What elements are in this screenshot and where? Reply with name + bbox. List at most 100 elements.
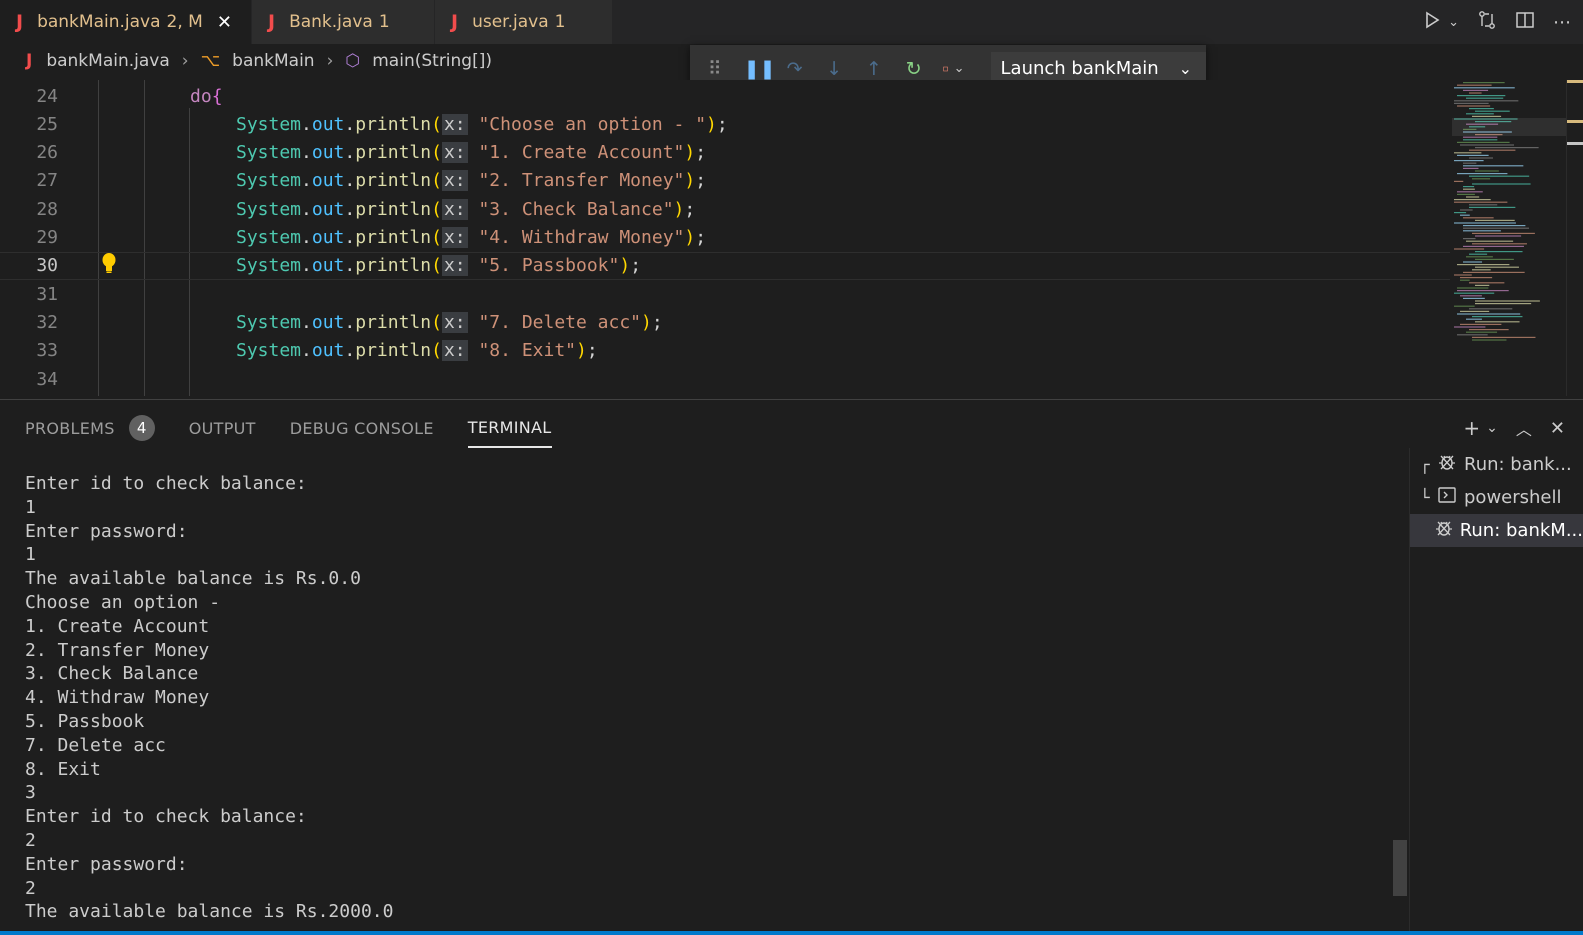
- code-text: System.out.println(x: "7. Delete acc");: [236, 311, 663, 333]
- minimap-line: [1475, 251, 1523, 253]
- tab-output[interactable]: OUTPUT: [189, 408, 256, 448]
- maximize-panel-icon[interactable]: ︿: [1516, 416, 1532, 440]
- minimap-line: [1475, 219, 1515, 221]
- minimap-line: [1463, 188, 1475, 190]
- tab-bank-java[interactable]: J Bank.java 1: [252, 0, 435, 44]
- terminal-line: 1: [25, 496, 36, 518]
- minimap-viewport[interactable]: [1452, 118, 1568, 136]
- class-token: System: [236, 255, 302, 277]
- code-line[interactable]: 24 do{: [0, 82, 1450, 110]
- minimap-line: [1457, 264, 1510, 266]
- lightbulb-icon[interactable]: [101, 252, 117, 279]
- tab-bankmain-java[interactable]: J bankMain.java 2, M ✕: [0, 0, 252, 44]
- stop-icon[interactable]: ⌄: [942, 60, 965, 78]
- code-editor[interactable]: 24 do{25 System.out.println(x: "Choose an …: [0, 80, 1583, 396]
- compare-changes-icon[interactable]: [1477, 10, 1497, 35]
- code-line[interactable]: 25 System.out.println(x: "Choose an optio…: [0, 110, 1450, 138]
- terminal-scrollbar-thumb[interactable]: [1393, 840, 1407, 896]
- minimap-line: [1463, 297, 1485, 299]
- drag-handle-icon[interactable]: ⠿: [704, 58, 726, 80]
- step-into-icon[interactable]: ↓: [823, 58, 845, 80]
- field-token: out: [311, 227, 345, 248]
- java-file-icon: J: [451, 11, 459, 33]
- minimap-line: [1463, 167, 1479, 169]
- breadcrumb-method[interactable]: main(String[]): [372, 51, 492, 71]
- semicolon: ;: [684, 198, 696, 220]
- breadcrumb-file[interactable]: bankMain.java: [46, 51, 169, 71]
- tree-connector: ┌: [1420, 455, 1430, 474]
- terminal-line: The available balance is Rs.2000.0: [25, 901, 394, 923]
- more-actions-icon[interactable]: ⋯: [1553, 12, 1571, 33]
- tab-label: TERMINAL: [467, 417, 552, 437]
- code-line[interactable]: 34: [0, 365, 1450, 393]
- tab-debug-console[interactable]: DEBUG CONSOLE: [290, 408, 434, 448]
- method-icon: ⬡: [345, 51, 361, 71]
- string-literal: "2. Transfer Money": [478, 170, 685, 192]
- minimap-line: [1466, 331, 1498, 333]
- field-token: out: [311, 170, 345, 192]
- code-line[interactable]: 27 System.out.println(x: "2. Transfer Mon…: [0, 167, 1450, 195]
- pause-icon[interactable]: ❚❚: [744, 58, 776, 80]
- terminal-instance-item[interactable]: └ powershell: [1410, 481, 1583, 514]
- editor-scrollbar[interactable]: [1566, 80, 1583, 396]
- class-token: System: [236, 170, 302, 192]
- code-text: System.out.println(x: "4. Withdraw Money…: [236, 227, 706, 248]
- tab-problems[interactable]: PROBLEMS 4: [25, 408, 155, 448]
- code-line[interactable]: 32 System.out.println(x: "7. Delete acc")…: [0, 308, 1450, 336]
- close-icon[interactable]: ✕: [1550, 418, 1565, 439]
- minimap-line: [1472, 316, 1523, 318]
- code-line[interactable]: 31: [0, 280, 1450, 308]
- minimap[interactable]: [1452, 80, 1568, 396]
- tree-connector: └: [1420, 488, 1430, 507]
- minimap-line: [1463, 261, 1483, 263]
- tab-user-java[interactable]: J user.java 1: [435, 0, 613, 44]
- terminal-output[interactable]: Enter id to check balance: 1 Enter passwor…: [25, 472, 1395, 924]
- paren: (: [431, 142, 442, 164]
- breadcrumb-class[interactable]: bankMain: [232, 51, 314, 71]
- minimap-line: [1463, 227, 1530, 229]
- chevron-down-icon[interactable]: ⌄: [954, 61, 965, 76]
- split-editor-icon[interactable]: [1515, 10, 1535, 35]
- minimap-line: [1457, 141, 1510, 143]
- field-token: out: [311, 311, 345, 333]
- parameter-hint: x:: [441, 170, 468, 192]
- java-file-icon: J: [26, 51, 33, 71]
- tab-label: OUTPUT: [188, 418, 256, 438]
- step-out-icon[interactable]: ↑: [863, 58, 885, 80]
- chevron-down-icon[interactable]: ⌄: [1486, 420, 1498, 436]
- restart-icon[interactable]: ↻: [903, 58, 925, 80]
- code-line[interactable]: 28 System.out.println(x: "3. Check Balanc…: [0, 195, 1450, 223]
- class-token: System: [236, 227, 302, 248]
- minimap-line: [1457, 287, 1489, 289]
- tab-terminal[interactable]: TERMINAL: [467, 408, 552, 448]
- terminal-instance-item[interactable]: Run: bankM...: [1410, 514, 1583, 547]
- method-token: println: [355, 255, 432, 277]
- keyword: do: [190, 85, 212, 107]
- terminal-instance-item[interactable]: ┌ Run: bank...: [1410, 448, 1583, 481]
- minimap-line: [1466, 240, 1514, 242]
- semicolon: ;: [716, 113, 728, 135]
- method-token: println: [355, 340, 432, 362]
- minimap-line: [1463, 139, 1498, 141]
- run-icon[interactable]: [1422, 10, 1442, 35]
- new-terminal-icon[interactable]: +: [1463, 416, 1480, 440]
- launch-config-label: Launch bankMain: [1000, 58, 1159, 79]
- step-over-icon[interactable]: ↷: [784, 58, 806, 80]
- minimap-line: [1463, 245, 1524, 247]
- code-line[interactable]: 33 System.out.println(x: "8. Exit");: [0, 337, 1450, 365]
- close-icon[interactable]: ✕: [217, 12, 232, 33]
- minimap-line: [1475, 147, 1539, 149]
- code-line[interactable]: 30 System.out.println(x: "5. Passbook");: [0, 251, 1450, 280]
- string-literal: "Choose an option - ": [478, 113, 707, 135]
- terminal-line: Enter id to check balance:: [25, 806, 307, 828]
- code-line[interactable]: 26 System.out.println(x: "1. Create Accou…: [0, 139, 1450, 167]
- paren: (: [431, 113, 442, 135]
- java-file-icon: J: [16, 11, 24, 33]
- code-line[interactable]: 29 System.out.println(x: "4. Withdraw Mon…: [0, 224, 1450, 252]
- minimap-line: [1457, 173, 1508, 175]
- chevron-down-icon[interactable]: ⌄: [1448, 15, 1459, 30]
- field-token: out: [311, 113, 345, 135]
- terminal-instance-list: ┌ Run: bank... └ powershell Run: bankM...: [1409, 448, 1583, 935]
- minimap-line: [1460, 279, 1470, 281]
